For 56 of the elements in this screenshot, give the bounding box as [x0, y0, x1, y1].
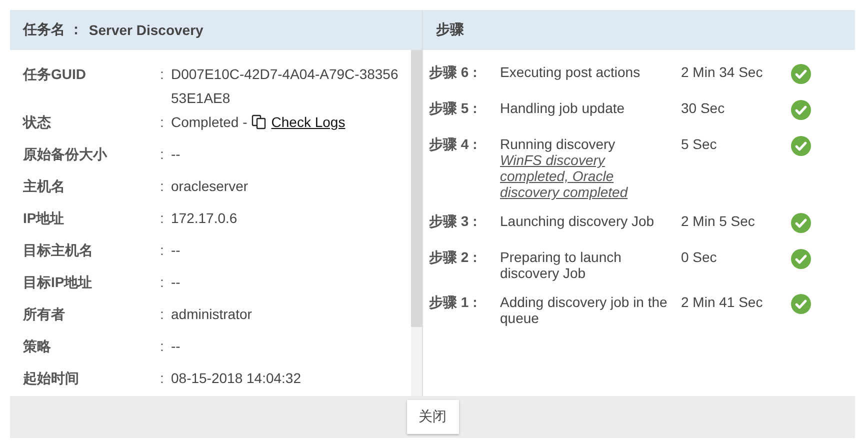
step-duration: 2 Min 41 Sec — [681, 294, 764, 312]
field-value: -- — [171, 337, 182, 356]
colon: : — [160, 305, 165, 324]
colon: : — [160, 273, 165, 292]
step-label: 步骤 4 : — [429, 136, 478, 154]
step-description: Launching discovery Job — [500, 213, 656, 229]
colon: : — [160, 177, 165, 196]
field-value: Completed - — [171, 113, 248, 132]
field-value: D007E10C-42D7-4A04-A79C-3835653E1AE8 — [171, 65, 400, 108]
task-name: Server Discovery — [88, 22, 204, 38]
colon: : — [160, 337, 165, 356]
step-label: 步骤 3 : — [429, 213, 478, 231]
colon: : — [160, 209, 165, 228]
steps-title: 步骤 — [436, 21, 464, 39]
step-duration: 2 Min 34 Sec — [681, 64, 764, 82]
colon: : — [160, 241, 165, 260]
step-label: 步骤 6 : — [429, 64, 478, 82]
step-note-link[interactable]: WinFS discovery completed, Oracle discovery completed — [500, 152, 673, 200]
field-value: -- — [171, 273, 182, 292]
step-description: Adding discovery job in the queue — [500, 294, 668, 326]
step-duration: 5 Sec — [681, 136, 718, 154]
field-value: administrator — [171, 305, 253, 324]
step-duration: 0 Sec — [681, 249, 718, 267]
close-button[interactable]: 关闭 — [406, 400, 458, 434]
colon: : — [160, 65, 165, 84]
scrollbar[interactable] — [411, 50, 422, 396]
field-label: 目标主机名 — [23, 241, 94, 260]
field-label: 目标IP地址 — [23, 273, 94, 292]
field-value: -- — [171, 241, 182, 260]
step-duration: 30 Sec — [681, 100, 726, 118]
field-value: oracleserver — [171, 177, 250, 196]
field-label: 任务GUID — [23, 65, 87, 84]
copy-icon — [251, 114, 268, 130]
field-label: 策略 — [23, 337, 52, 356]
step-description: Handling job update — [500, 100, 626, 116]
task-name-label: 任务名 ： — [23, 21, 83, 39]
field-label: IP地址 — [23, 209, 66, 228]
colon: : — [160, 145, 165, 164]
field-label: 起始时间 — [23, 369, 80, 388]
step-duration: 2 Min 5 Sec — [681, 213, 756, 231]
check-logs-link[interactable]: Check Logs — [271, 110, 346, 134]
field-value: 08-15-2018 14:04:32 — [171, 369, 302, 388]
step-description: Executing post actions — [500, 64, 642, 80]
step-label: 步骤 1 : — [429, 294, 478, 312]
field-value: -- — [171, 145, 182, 164]
field-value: 172.17.0.6 — [171, 209, 238, 228]
field-label: 主机名 — [23, 177, 66, 196]
step-description: Running discovery — [500, 136, 616, 152]
field-label: 所有者 — [23, 305, 66, 324]
colon: : — [160, 369, 165, 388]
step-label: 步骤 2 : — [429, 249, 478, 267]
step-label: 步骤 5 : — [429, 100, 478, 118]
colon: : — [160, 113, 165, 132]
field-label: 原始备份大小 — [23, 145, 108, 164]
field-label: 状态 — [23, 113, 52, 132]
step-description: Preparing to launch discovery Job — [500, 249, 622, 281]
